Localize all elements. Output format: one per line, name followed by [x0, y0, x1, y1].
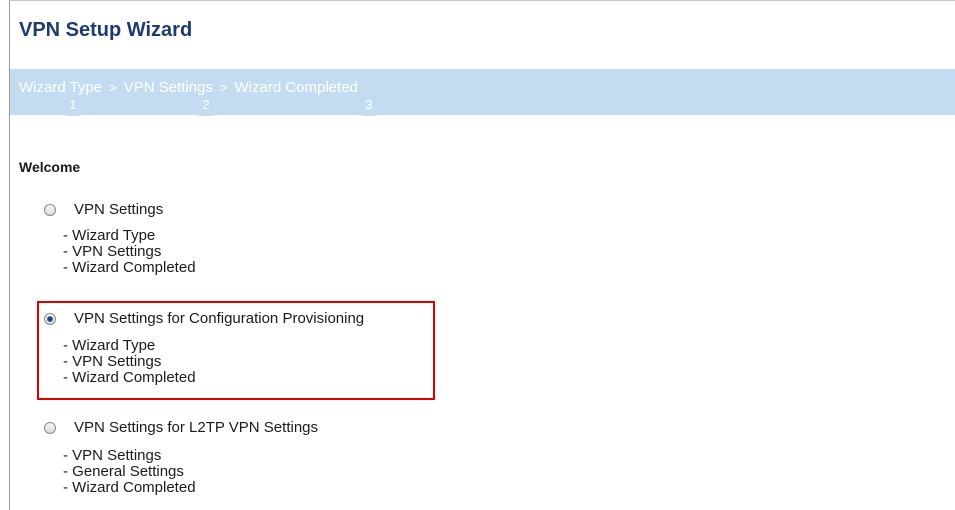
option-detail: - Wizard Completed [63, 369, 196, 386]
option-label[interactable]: VPN Settings for L2TP VPN Settings [74, 419, 318, 436]
option-label[interactable]: VPN Settings [74, 201, 163, 218]
step-number-2: 2 [183, 97, 229, 116]
option-detail: - Wizard Completed [63, 479, 196, 496]
radio-l2tp-vpn-settings[interactable] [44, 422, 56, 434]
option-detail: - VPN Settings [63, 353, 162, 370]
section-heading: Welcome [19, 159, 81, 175]
option-detail: - Wizard Completed [63, 259, 196, 276]
option-detail: - Wizard Type [63, 227, 156, 244]
step-label-wizard-completed: Wizard Completed [234, 79, 358, 96]
option-label[interactable]: VPN Settings for Configuration Provision… [74, 310, 364, 327]
chevron-right-icon: > [109, 80, 117, 95]
step-number-1: 1 [50, 97, 96, 116]
breadcrumb: Wizard Type > VPN Settings > Wizard Complete… [19, 79, 358, 96]
radio-vpn-settings[interactable] [44, 204, 56, 216]
radio-config-provisioning[interactable] [44, 313, 56, 325]
step-number-3: 3 [346, 97, 392, 116]
step-label-vpn-settings: VPN Settings [123, 79, 213, 96]
chevron-right-icon: > [219, 80, 228, 95]
wizard-step-bar: Wizard Type > VPN Settings > Wizard Complete… [10, 69, 955, 116]
option-detail: - VPN Settings [63, 243, 162, 260]
page-title: VPN Setup Wizard [19, 19, 193, 41]
step-label-wizard-type: Wizard Type [19, 79, 103, 96]
option-detail: - Wizard Type [63, 337, 156, 354]
option-detail: - VPN Settings [63, 447, 162, 464]
option-detail: - General Settings [63, 463, 184, 480]
